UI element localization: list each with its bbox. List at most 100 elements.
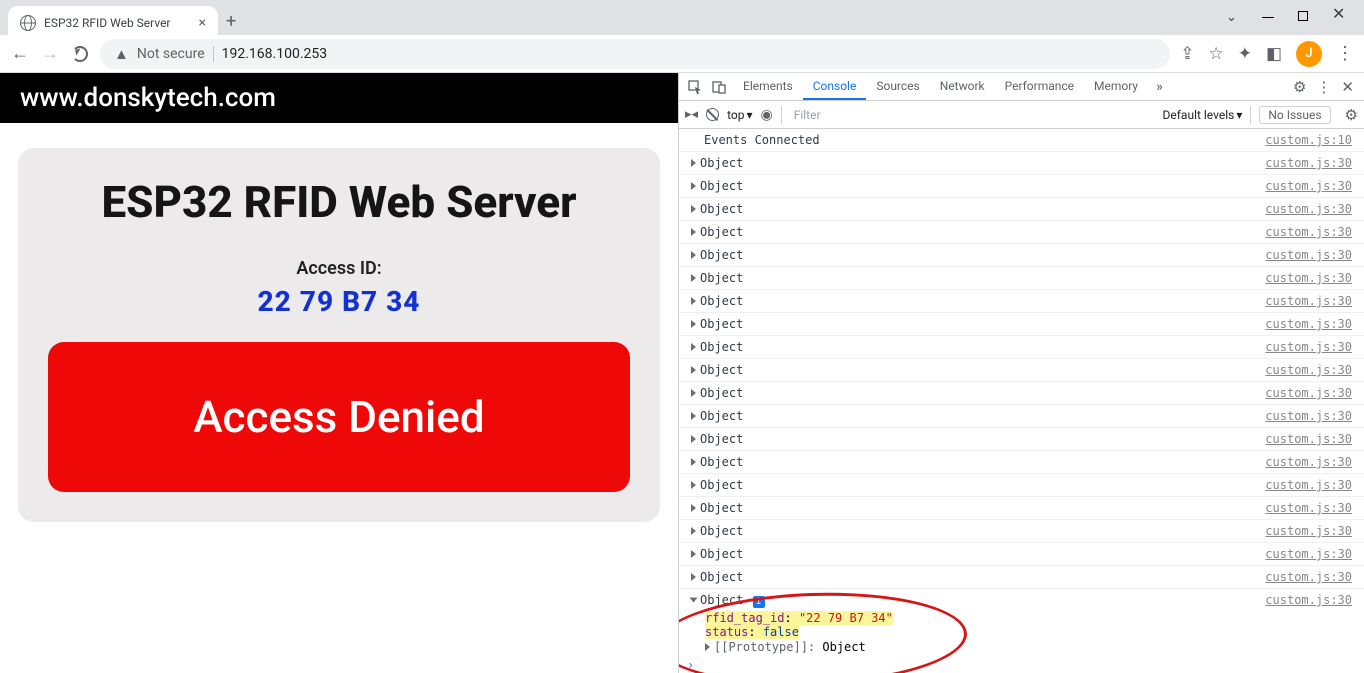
expand-arrow-icon[interactable] <box>691 182 696 190</box>
device-toggle-icon[interactable] <box>709 80 729 94</box>
menu-dots-icon[interactable]: ⋮ <box>1336 43 1354 64</box>
devtools-tab-sources[interactable]: Sources <box>866 73 929 100</box>
console-log-row[interactable]: Objectcustom.js:30 <box>679 405 1364 428</box>
console-log-row[interactable]: Objectcustom.js:30 <box>679 451 1364 474</box>
devtools-close-icon[interactable]: ✕ <box>1341 78 1354 96</box>
sidepanel-icon[interactable]: ◧ <box>1266 44 1282 64</box>
source-link[interactable]: custom.js:30 <box>1265 293 1352 309</box>
console-log-row[interactable]: Objectcustom.js:30 <box>679 221 1364 244</box>
console-log-row[interactable]: Objectcustom.js:30 <box>679 244 1364 267</box>
console-log-row[interactable]: Objectcustom.js:30 <box>679 267 1364 290</box>
expand-arrow-icon[interactable] <box>691 366 696 374</box>
source-link[interactable]: custom.js:30 <box>1265 339 1352 355</box>
browser-tab[interactable]: ESP32 RFID Web Server × <box>8 6 218 40</box>
maximize-icon[interactable] <box>1298 11 1308 21</box>
forward-button[interactable]: → <box>40 44 60 64</box>
clear-console-icon[interactable] <box>706 108 719 121</box>
expand-arrow-icon[interactable] <box>691 504 696 512</box>
chevron-down-icon[interactable]: ⌄ <box>1226 10 1238 22</box>
source-link[interactable]: custom.js:30 <box>1265 477 1352 493</box>
inspect-icon[interactable] <box>685 80 705 94</box>
source-link[interactable]: custom.js:30 <box>1265 178 1352 194</box>
console-log-row[interactable]: Events Connectedcustom.js:10 <box>679 129 1364 152</box>
new-tab-button[interactable]: + <box>226 11 236 32</box>
expand-arrow-icon[interactable] <box>691 205 696 213</box>
console-prompt[interactable]: › <box>679 654 1364 673</box>
issues-chip[interactable]: No Issues <box>1259 106 1330 124</box>
tabs-more-icon[interactable]: » <box>1156 79 1163 95</box>
expand-arrow-icon[interactable] <box>691 435 696 443</box>
expand-arrow-icon[interactable] <box>691 159 696 167</box>
expand-arrow-icon[interactable] <box>691 458 696 466</box>
console-log-row[interactable]: Objectcustom.js:30 <box>679 566 1364 589</box>
source-link[interactable]: custom.js:10 <box>1265 132 1352 148</box>
expand-arrow-icon[interactable] <box>691 412 696 420</box>
console-log-row[interactable]: Objectcustom.js:30 <box>679 290 1364 313</box>
devtools-tab-network[interactable]: Network <box>930 73 995 100</box>
expand-arrow-icon[interactable] <box>691 573 696 581</box>
console-log-row[interactable]: Objectcustom.js:30 <box>679 382 1364 405</box>
log-levels-selector[interactable]: Default levels ▾ <box>1163 108 1243 122</box>
console-settings-icon[interactable]: ⚙ <box>1345 106 1358 124</box>
window-close-icon[interactable]: ✕ <box>1332 10 1344 22</box>
console-log-row[interactable]: Object icustom.js:30 <box>679 589 1364 611</box>
source-link[interactable]: custom.js:30 <box>1265 385 1352 401</box>
expand-arrow-icon[interactable] <box>691 274 696 282</box>
console-log-row[interactable]: Objectcustom.js:30 <box>679 428 1364 451</box>
console-log-row[interactable]: Objectcustom.js:30 <box>679 313 1364 336</box>
source-link[interactable]: custom.js:30 <box>1265 362 1352 378</box>
expand-arrow-icon[interactable] <box>691 527 696 535</box>
expand-arrow-icon[interactable] <box>691 481 696 489</box>
console-log-row[interactable]: Objectcustom.js:30 <box>679 520 1364 543</box>
expand-arrow-icon[interactable] <box>691 389 696 397</box>
avatar[interactable]: J <box>1296 41 1322 67</box>
expand-arrow-icon[interactable] <box>705 643 710 651</box>
source-link[interactable]: custom.js:30 <box>1265 201 1352 217</box>
collapse-arrow-icon[interactable] <box>690 598 698 603</box>
source-link[interactable]: custom.js:30 <box>1265 408 1352 424</box>
console-log-row[interactable]: Objectcustom.js:30 <box>679 175 1364 198</box>
expand-arrow-icon[interactable] <box>691 320 696 328</box>
devtools-tab-performance[interactable]: Performance <box>995 73 1084 100</box>
minimize-icon[interactable] <box>1262 6 1274 18</box>
omnibox[interactable]: ▲ Not secure 192.168.100.253 <box>100 39 1170 69</box>
source-link[interactable]: custom.js:30 <box>1265 546 1352 562</box>
console-log-row[interactable]: Objectcustom.js:30 <box>679 543 1364 566</box>
back-button[interactable]: ← <box>10 44 30 64</box>
tab-close-icon[interactable]: × <box>199 16 206 30</box>
source-link[interactable]: custom.js:30 <box>1265 224 1352 240</box>
source-link[interactable]: custom.js:30 <box>1265 523 1352 539</box>
expand-arrow-icon[interactable] <box>691 228 696 236</box>
console-log-row[interactable]: Objectcustom.js:30 <box>679 474 1364 497</box>
console-log-row[interactable]: Objectcustom.js:30 <box>679 359 1364 382</box>
expand-arrow-icon[interactable] <box>691 297 696 305</box>
source-link[interactable]: custom.js:30 <box>1265 454 1352 470</box>
source-link[interactable]: custom.js:30 <box>1265 500 1352 516</box>
gear-icon[interactable]: ⚙ <box>1293 78 1306 96</box>
live-expression-icon[interactable]: ◉ <box>760 107 772 123</box>
source-link[interactable]: custom.js:30 <box>1265 592 1352 608</box>
devtools-tab-elements[interactable]: Elements <box>733 73 803 100</box>
devtools-menu-icon[interactable]: ⋮ <box>1316 78 1331 96</box>
devtools-tab-memory[interactable]: Memory <box>1084 73 1148 100</box>
devtools-tab-console[interactable]: Console <box>803 73 867 100</box>
console-log-row[interactable]: Objectcustom.js:30 <box>679 198 1364 221</box>
console-log-area[interactable]: Events Connectedcustom.js:10Objectcustom… <box>679 129 1364 673</box>
extensions-icon[interactable]: ✦ <box>1238 44 1252 64</box>
source-link[interactable]: custom.js:30 <box>1265 247 1352 263</box>
console-log-row[interactable]: Objectcustom.js:30 <box>679 497 1364 520</box>
source-link[interactable]: custom.js:30 <box>1265 316 1352 332</box>
reload-button[interactable] <box>70 44 90 64</box>
expand-arrow-icon[interactable] <box>691 251 696 259</box>
expand-arrow-icon[interactable] <box>691 343 696 351</box>
console-log-row[interactable]: Objectcustom.js:30 <box>679 336 1364 359</box>
source-link[interactable]: custom.js:30 <box>1265 431 1352 447</box>
console-log-row[interactable]: Objectcustom.js:30 <box>679 152 1364 175</box>
expand-arrow-icon[interactable] <box>691 550 696 558</box>
source-link[interactable]: custom.js:30 <box>1265 569 1352 585</box>
console-sidebar-icon[interactable]: ▸◂ <box>685 107 698 122</box>
share-icon[interactable]: ⇪ <box>1180 44 1194 64</box>
context-selector[interactable]: top ▾ <box>727 108 752 122</box>
source-link[interactable]: custom.js:30 <box>1265 155 1352 171</box>
console-filter-input[interactable]: Filter <box>790 108 1155 122</box>
